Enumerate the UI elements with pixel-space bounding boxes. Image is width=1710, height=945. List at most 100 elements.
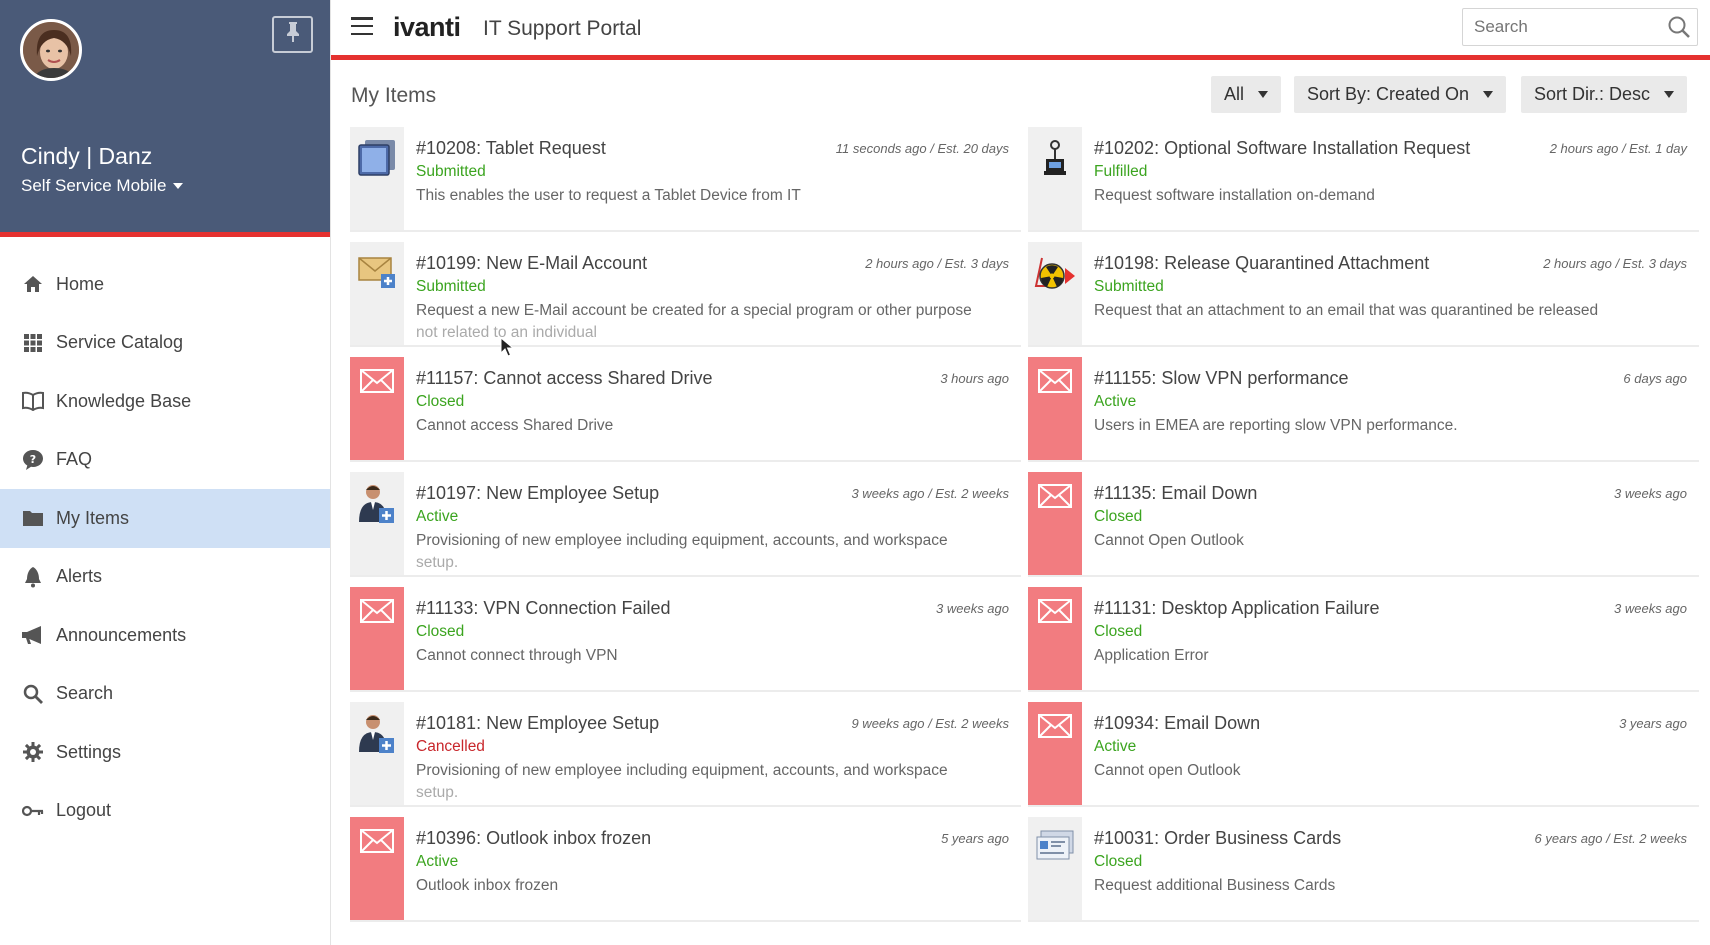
software-install-icon — [1028, 127, 1082, 230]
item-timestamp: 3 weeks ago — [1614, 601, 1687, 616]
item-card[interactable]: #10208: Tablet Request 11 seconds ago / E… — [350, 127, 1021, 232]
item-description: Cannot access Shared Drive — [416, 415, 1006, 437]
mail-icon — [350, 357, 404, 460]
nav-item-announcements[interactable]: Announcements — [0, 606, 330, 665]
item-description: Provisioning of new employee including e… — [416, 530, 1006, 574]
item-card[interactable]: #10181: New Employee Setup 9 weeks ago / … — [350, 702, 1021, 807]
nav-item-settings[interactable]: Settings — [0, 723, 330, 782]
status-badge: Closed — [416, 623, 465, 640]
item-description-overflow: setup. — [416, 554, 459, 571]
status-badge: Submitted — [416, 278, 486, 295]
item-title: #11131: Desktop Application Failure — [1094, 598, 1380, 618]
nav-item-logout[interactable]: Logout — [0, 782, 330, 841]
status-badge: Closed — [1094, 853, 1143, 870]
item-description: This enables the user to request a Table… — [416, 185, 1006, 207]
item-card[interactable]: #10199: New E-Mail Account 2 hours ago / … — [350, 242, 1021, 347]
item-description: Application Error — [1094, 645, 1684, 667]
item-card[interactable]: #11155: Slow VPN performance 6 days ago Ac… — [1028, 357, 1699, 462]
status-badge: Active — [1094, 738, 1137, 755]
nav-label: Logout — [56, 800, 112, 821]
caret-down-icon — [172, 183, 183, 189]
item-timestamp: 2 hours ago / Est. 1 day — [1549, 141, 1687, 156]
item-description: Cannot connect through VPN — [416, 645, 1006, 667]
item-title: #11135: Email Down — [1094, 483, 1258, 503]
item-timestamp: 6 years ago / Est. 2 weeks — [1534, 831, 1687, 846]
search-icon[interactable] — [1667, 15, 1691, 39]
item-timestamp: 2 hours ago / Est. 3 days — [1543, 256, 1687, 271]
nav-label: My Items — [56, 507, 130, 528]
item-card[interactable]: #10198: Release Quarantined Attachment 2 … — [1028, 242, 1699, 347]
gear-icon — [21, 740, 45, 764]
item-title: #10198: Release Quarantined Attachment — [1094, 253, 1430, 273]
new-email-icon — [350, 242, 404, 345]
item-title: #10208: Tablet Request — [416, 138, 606, 158]
caret-down-icon — [1483, 91, 1494, 98]
item-timestamp: 5 years ago — [941, 831, 1009, 846]
role-dropdown[interactable]: Self Service Mobile — [21, 176, 183, 196]
avatar[interactable] — [20, 19, 82, 81]
folder-icon — [21, 506, 45, 530]
item-card[interactable]: #11135: Email Down 3 weeks ago Closed Canno… — [1028, 472, 1699, 577]
item-description: Provisioning of new employee including e… — [416, 760, 1006, 804]
item-description: Cannot open Outlook — [1094, 760, 1684, 782]
item-card[interactable]: #11133: VPN Connection Failed 3 weeks ago… — [350, 587, 1021, 692]
pin-button[interactable] — [272, 16, 313, 53]
item-card[interactable]: #10197: New Employee Setup 3 weeks ago / … — [350, 472, 1021, 577]
hamburger-menu-icon[interactable] — [351, 17, 373, 35]
profile-panel: Cindy | Danz Self Service Mobile — [0, 0, 330, 237]
item-description-overflow: setup. — [416, 784, 459, 801]
nav-item-service-catalog[interactable]: Service Catalog — [0, 314, 330, 373]
item-title: #10202: Optional Software Installation R… — [1094, 138, 1471, 158]
nav-item-home[interactable]: Home — [0, 255, 330, 314]
item-description-text: Request software installation on-demand — [1094, 187, 1375, 204]
item-timestamp: 3 weeks ago / Est. 2 weeks — [851, 486, 1009, 501]
filter-dropdown[interactable]: All — [1211, 76, 1282, 113]
nav-label: Home — [56, 273, 105, 294]
mouse-cursor-icon — [500, 336, 515, 362]
user-name: Cindy | Danz — [21, 143, 153, 169]
status-badge: Submitted — [416, 163, 486, 180]
item-description-text: Application Error — [1094, 647, 1209, 664]
item-card[interactable]: #10202: Optional Software Installation R… — [1028, 127, 1699, 232]
item-card[interactable]: #10934: Email Down 3 years ago Active Canno… — [1028, 702, 1699, 807]
search-icon — [21, 682, 45, 706]
item-title: #10199: New E-Mail Account — [416, 253, 648, 273]
item-timestamp: 3 weeks ago — [936, 601, 1009, 616]
status-badge: Submitted — [1094, 278, 1164, 295]
item-title: #10934: Email Down — [1094, 713, 1261, 733]
pin-icon — [284, 21, 302, 48]
item-timestamp: 6 days ago — [1623, 371, 1687, 386]
nav-menu: Home Service Catalog Knowledge Base ? FA… — [0, 255, 330, 840]
search-input[interactable] — [1463, 9, 1653, 45]
mail-icon — [1028, 587, 1082, 690]
status-badge: Closed — [416, 393, 465, 410]
item-card[interactable]: #11131: Desktop Application Failure 3 wee… — [1028, 587, 1699, 692]
sort-dir-dropdown[interactable]: Sort Dir.: Desc — [1521, 76, 1688, 113]
nav-label: Service Catalog — [56, 332, 184, 353]
item-title: #10197: New Employee Setup — [416, 483, 660, 503]
nav-item-faq[interactable]: ? FAQ — [0, 431, 330, 490]
grid-icon — [21, 331, 45, 355]
item-description: Cannot Open Outlook — [1094, 530, 1684, 552]
quarantine-icon — [1028, 242, 1082, 345]
nav-item-search[interactable]: Search — [0, 665, 330, 724]
user-role: Self Service Mobile — [21, 176, 167, 195]
nav-item-knowledge-base[interactable]: Knowledge Base — [0, 372, 330, 431]
home-icon — [21, 272, 45, 296]
item-description: Request additional Business Cards — [1094, 875, 1684, 897]
megaphone-icon — [21, 623, 45, 647]
item-description-text: This enables the user to request a Table… — [416, 187, 801, 204]
nav-item-my-items[interactable]: My Items — [0, 489, 330, 548]
sort-by-dropdown[interactable]: Sort By: Created On — [1294, 76, 1507, 113]
item-description-text: Provisioning of new employee including e… — [416, 762, 948, 779]
item-card[interactable]: #10396: Outlook inbox frozen 5 years ago A… — [350, 817, 1021, 922]
nav-label: Alerts — [56, 566, 103, 587]
item-timestamp: 3 hours ago — [940, 371, 1009, 386]
item-card[interactable]: #11157: Cannot access Shared Drive 3 hour… — [350, 357, 1021, 462]
svg-text:?: ? — [30, 453, 36, 466]
mail-icon — [1028, 472, 1082, 575]
ivanti-logo: ivanti — [393, 12, 461, 42]
item-card[interactable]: #10031: Order Business Cards 6 years ago … — [1028, 817, 1699, 922]
nav-label: Settings — [56, 741, 122, 762]
nav-item-alerts[interactable]: Alerts — [0, 548, 330, 607]
